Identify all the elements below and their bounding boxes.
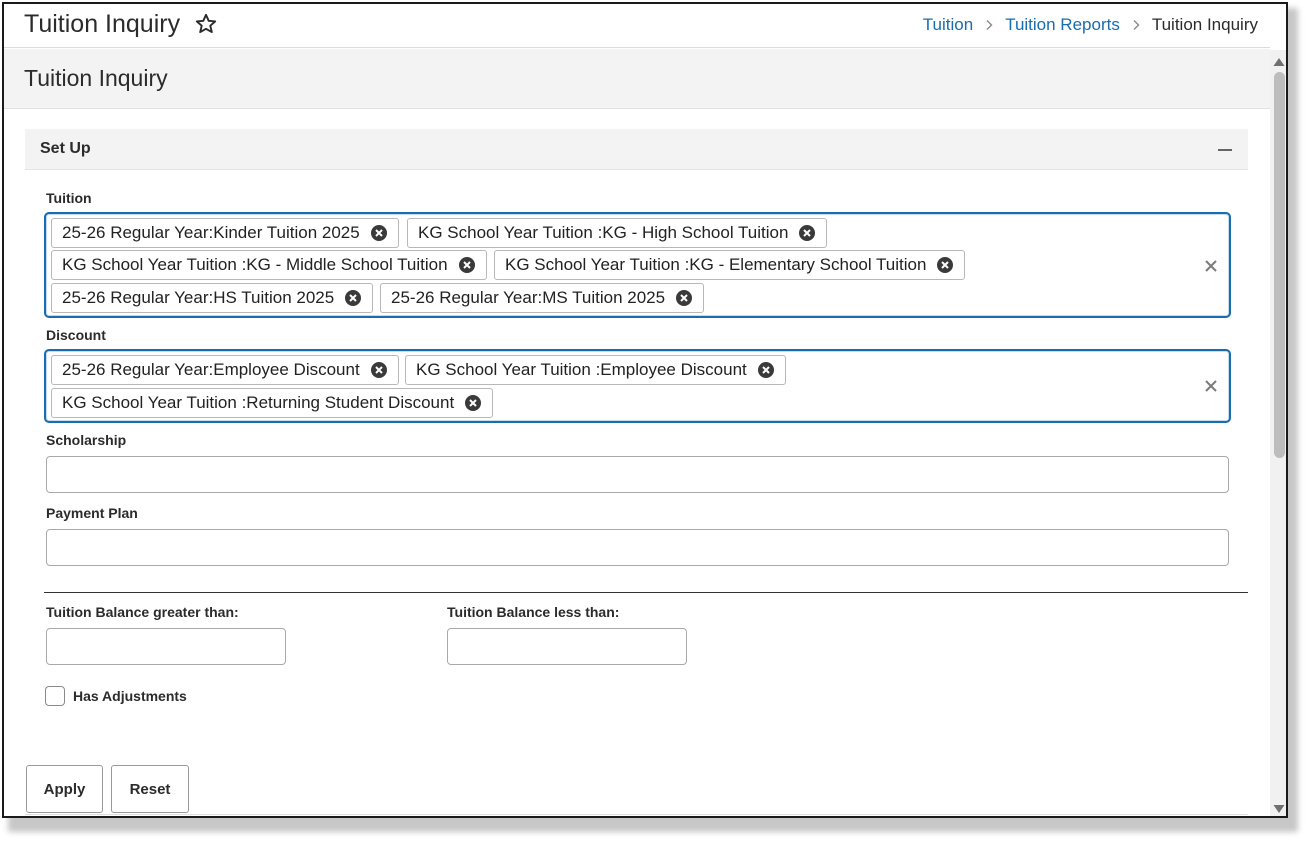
scroll-up-arrow-icon[interactable] [1272,56,1286,68]
scroll-down-arrow-icon[interactable] [1272,803,1286,815]
scholarship-label: Scholarship [46,432,127,448]
tuition-chip: KG School Year Tuition :KG - Middle Scho… [51,250,487,280]
star-icon[interactable] [194,12,218,36]
discount-label: Discount [46,327,106,343]
remove-circle-icon[interactable] [757,361,775,379]
app-window: Tuition Inquiry Tuition Tuition Reports … [2,2,1288,818]
balance-greater-label: Tuition Balance greater than: [46,604,239,620]
chevron-right-icon [1133,20,1140,30]
chip-label: 25-26 Regular Year:Employee Discount [62,360,360,379]
payment-plan-label: Payment Plan [46,505,138,521]
discount-chip: 25-26 Regular Year:Employee Discount [51,355,399,385]
discount-multiselect[interactable]: 25-26 Regular Year:Employee Discount KG … [44,349,1231,423]
top-header: Tuition Inquiry Tuition Tuition Reports … [4,4,1270,48]
scholarship-input[interactable] [46,456,1229,493]
balance-greater-input[interactable] [46,628,286,665]
chevron-right-icon [986,20,993,30]
chip-label: KG School Year Tuition :KG - Elementary … [505,255,927,274]
balance-less-label: Tuition Balance less than: [447,604,620,620]
minus-icon[interactable] [1216,141,1234,159]
section-divider [44,592,1248,593]
breadcrumb-tuition-inquiry: Tuition Inquiry [1151,15,1258,34]
page-title: Tuition Inquiry [24,65,168,91]
setup-panel-title: Set Up [40,140,91,157]
chip-label: KG School Year Tuition :KG - Middle Scho… [62,255,448,274]
discount-chip: KG School Year Tuition :Returning Studen… [51,388,494,418]
remove-circle-icon[interactable] [344,289,362,307]
remove-circle-icon[interactable] [370,361,388,379]
bottom-divider [25,814,1248,815]
remove-circle-icon[interactable] [936,256,954,274]
chip-label: 25-26 Regular Year:MS Tuition 2025 [391,288,666,307]
tuition-chip: 25-26 Regular Year:MS Tuition 2025 [380,283,705,313]
remove-circle-icon[interactable] [798,224,816,242]
tuition-label: Tuition [46,190,92,206]
discount-chip: KG School Year Tuition :Employee Discoun… [405,355,786,385]
tuition-chip: 25-26 Regular Year:Kinder Tuition 2025 [51,218,399,248]
payment-plan-input[interactable] [46,529,1229,566]
remove-circle-icon[interactable] [675,289,693,307]
breadcrumb-tuition-reports[interactable]: Tuition Reports [1005,15,1120,35]
chip-label: KG School Year Tuition :KG - High School… [418,223,789,242]
chip-label: KG School Year Tuition :Employee Discoun… [416,360,747,379]
remove-circle-icon[interactable] [370,224,388,242]
breadcrumb-tuition[interactable]: Tuition [923,15,973,35]
chip-label: 25-26 Regular Year:HS Tuition 2025 [62,288,335,307]
tuition-chip: KG School Year Tuition :KG - High School… [407,218,828,248]
remove-circle-icon[interactable] [458,256,476,274]
balance-less-input[interactable] [447,628,687,665]
apply-button[interactable]: Apply [26,765,103,813]
clear-all-icon[interactable] [1203,378,1219,394]
clear-all-icon[interactable] [1203,258,1219,274]
tuition-multiselect[interactable]: 25-26 Regular Year:Kinder Tuition 2025 K… [44,212,1231,318]
setup-panel-header[interactable]: Set Up [25,129,1248,170]
chip-label: KG School Year Tuition :Returning Studen… [62,393,455,412]
tuition-chip: KG School Year Tuition :KG - Elementary … [494,250,966,280]
page-header: Tuition Inquiry [4,49,1270,109]
chip-label: 25-26 Regular Year:Kinder Tuition 2025 [62,223,360,242]
breadcrumb: Tuition Tuition Reports Tuition Inquiry [923,15,1258,35]
remove-circle-icon[interactable] [464,394,482,412]
tuition-chip: 25-26 Regular Year:HS Tuition 2025 [51,283,374,313]
has-adjustments-label: Has Adjustments [73,688,187,704]
scrollbar-thumb[interactable] [1274,72,1285,458]
has-adjustments-checkbox[interactable] [45,686,65,706]
reset-button[interactable]: Reset [111,765,189,813]
app-title: Tuition Inquiry [24,10,181,38]
